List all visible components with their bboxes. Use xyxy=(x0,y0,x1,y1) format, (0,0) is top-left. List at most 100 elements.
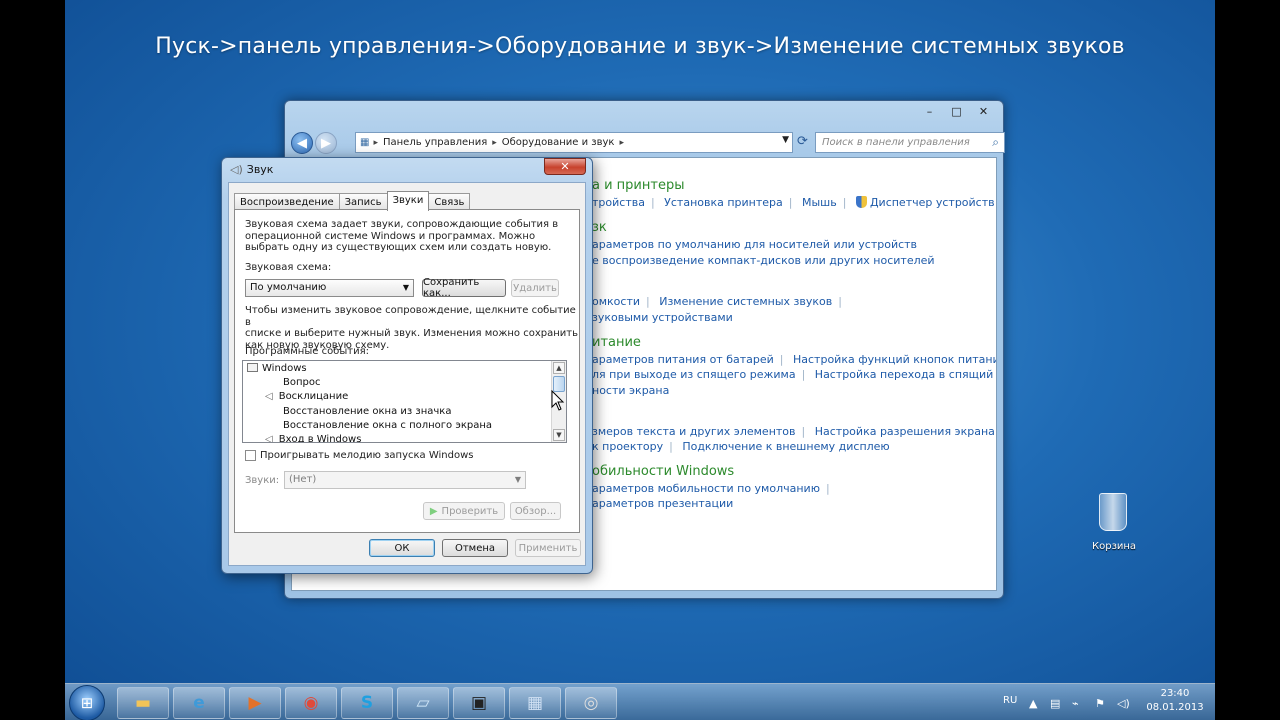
cancel-button[interactable]: Отмена xyxy=(442,539,508,557)
clock[interactable]: 23:40 08.01.2013 xyxy=(1145,688,1205,720)
apply-button[interactable]: Применить xyxy=(515,539,581,557)
action-center-icon[interactable]: ⚑ xyxy=(1095,697,1105,710)
text-size-link[interactable]: змеров текста и других элементов xyxy=(592,425,796,438)
sounds-tab-panel: Звуковая схема задает звуки, сопровождаю… xyxy=(234,209,580,533)
sound-links-2: зуковыми устройствами xyxy=(592,311,733,324)
breadcrumb-separator-icon: ▸ xyxy=(619,137,624,148)
devices-link[interactable]: тройства xyxy=(592,196,645,209)
minimize-button[interactable]: – xyxy=(916,102,943,120)
list-item[interactable]: ◁ Вход в Windows xyxy=(265,434,362,443)
autoplay-cd-link[interactable]: е воспроизведение компакт-дисков или дру… xyxy=(592,254,935,267)
media-player-icon: ▶ xyxy=(248,693,262,713)
scheme-label: Звуковая схема: xyxy=(245,262,332,273)
event-label: Вход в Windows xyxy=(278,434,362,443)
close-button[interactable]: ✕ xyxy=(544,158,586,175)
taskbar-app-control-panel[interactable]: ▦ xyxy=(509,687,561,719)
battery-settings-link[interactable]: араметров питания от батарей xyxy=(592,353,774,366)
save-as-button[interactable]: Сохранить как... xyxy=(422,277,506,299)
mobility-heading[interactable]: обильности Windows xyxy=(592,464,734,479)
delete-button[interactable]: Удалить xyxy=(511,279,559,297)
taskbar-app-ie[interactable]: e xyxy=(173,687,225,719)
volume-link[interactable]: омкости xyxy=(592,295,640,308)
notes-icon: ▱ xyxy=(416,693,430,713)
recycle-bin[interactable]: Корзина xyxy=(1092,493,1136,552)
search-icon[interactable]: ⌕ xyxy=(992,135,999,150)
browse-button[interactable]: Обзор... xyxy=(510,502,561,520)
list-item[interactable]: Восстановление окна из значка xyxy=(283,406,451,417)
show-hidden-icons-icon[interactable]: ▲ xyxy=(1029,697,1037,710)
forward-button[interactable]: ▶ xyxy=(315,132,337,154)
forward-arrow-icon: ▶ xyxy=(321,135,331,151)
screen-resolution-link[interactable]: Настройка разрешения экрана xyxy=(815,425,995,438)
tab-strip: Воспроизведение Запись Звуки Связь xyxy=(234,191,471,211)
autoplay-links-1: араметров по умолчанию для носителей или… xyxy=(592,238,917,251)
desktop: Пуск->панель управления->Оборудование и … xyxy=(65,0,1215,720)
chevron-down-icon[interactable]: ▼ xyxy=(782,135,789,145)
sound-file-select[interactable]: (Нет) ▼ xyxy=(284,471,526,489)
display-links-1: змеров текста и других элементов | Настро… xyxy=(592,425,995,438)
volume-icon[interactable]: ◁) xyxy=(1117,697,1130,710)
scheme-intro-line: выбрать одну из существующих схем или со… xyxy=(245,242,552,253)
projector-link[interactable]: к проектору xyxy=(592,440,663,453)
external-display-link[interactable]: Подключение к внешнему дисплею xyxy=(682,440,889,453)
dialog-title-text: Звук xyxy=(246,163,274,176)
list-item[interactable]: Вопрос xyxy=(283,377,320,388)
ok-button[interactable]: ОК xyxy=(369,539,435,557)
taskbar-app-chrome[interactable]: ◉ xyxy=(285,687,337,719)
search-input[interactable]: Поиск в панели управления ⌕ xyxy=(815,132,1005,153)
autoplay-defaults-link[interactable]: араметров по умолчанию для носителей или… xyxy=(592,238,917,251)
program-events-list[interactable]: Windows Вопрос ◁ Восклицание Восстановлен… xyxy=(242,360,567,443)
presentation-settings-link[interactable]: араметров презентации xyxy=(592,497,733,510)
dialog-body: Воспроизведение Запись Звуки Связь Звуко… xyxy=(228,182,586,566)
scroll-up-icon[interactable]: ▲ xyxy=(553,362,565,374)
close-button[interactable]: ✕ xyxy=(970,102,997,120)
mouse-link[interactable]: Мышь xyxy=(802,196,837,209)
windows-icon xyxy=(247,363,258,372)
language-indicator[interactable]: RU xyxy=(1003,695,1017,709)
back-button[interactable]: ◀ xyxy=(291,132,313,154)
taskbar-app-media[interactable]: ▶ xyxy=(229,687,281,719)
speaker-icon: ◁) xyxy=(230,163,243,176)
taskbar-app-sound[interactable]: ◎ xyxy=(565,687,617,719)
usb-device-icon[interactable]: ⌁ xyxy=(1072,697,1079,710)
address-bar[interactable]: ▦ ▸ Панель управления ▸ Оборудование и з… xyxy=(355,132,793,153)
tab-playback[interactable]: Воспроизведение xyxy=(234,193,340,210)
sound-scheme-select[interactable]: По умолчанию ▼ xyxy=(245,279,414,297)
taskbar-app-explorer[interactable]: ▬ xyxy=(117,687,169,719)
test-button[interactable]: ▶ Проверить xyxy=(423,502,505,520)
taskbar-app-notes[interactable]: ▱ xyxy=(397,687,449,719)
tab-recording[interactable]: Запись xyxy=(338,193,388,210)
breadcrumb-control-panel[interactable]: Панель управления xyxy=(383,137,487,148)
devices-heading[interactable]: а и принтеры xyxy=(592,178,684,193)
windows-logo-icon: ⊞ xyxy=(80,694,94,712)
scroll-down-icon[interactable]: ▼ xyxy=(553,429,565,441)
network-icon[interactable]: ▤ xyxy=(1050,697,1060,710)
add-printer-link[interactable]: Установка принтера xyxy=(664,196,783,209)
power-heading[interactable]: итание xyxy=(592,335,641,350)
list-item[interactable]: ◁ Восклицание xyxy=(265,391,348,402)
screen-brightness-link[interactable]: ности экрана xyxy=(592,384,669,397)
audio-devices-link[interactable]: зуковыми устройствами xyxy=(592,311,733,324)
tab-communications[interactable]: Связь xyxy=(428,193,471,210)
scheme-intro-line: Звуковая схема задает звуки, сопровождаю… xyxy=(245,219,559,230)
list-item[interactable]: Восстановление окна с полного экрана xyxy=(283,420,492,431)
power-buttons-link[interactable]: Настройка функций кнопок питания xyxy=(793,353,996,366)
start-button[interactable]: ⊞ xyxy=(69,685,105,720)
wake-password-link[interactable]: ля при выходе из спящего режима xyxy=(592,368,796,381)
taskbar-app-camera[interactable]: ▣ xyxy=(453,687,505,719)
mobility-defaults-link[interactable]: араметров мобильности по умолчанию xyxy=(592,482,820,495)
taskbar-app-skype[interactable]: S xyxy=(341,687,393,719)
power-links-1: араметров питания от батарей | Настройка … xyxy=(592,353,996,366)
breadcrumb-hardware-sound[interactable]: Оборудование и звук xyxy=(502,137,615,148)
startup-sound-checkbox[interactable] xyxy=(245,450,256,461)
list-item[interactable]: Windows xyxy=(247,363,307,374)
maximize-button[interactable]: □ xyxy=(943,102,970,120)
change-system-sounds-link[interactable]: Изменение системных звуков xyxy=(659,295,832,308)
play-icon: ▶ xyxy=(429,505,438,517)
device-manager-link[interactable]: Диспетчер устройств xyxy=(870,196,995,209)
sleep-settings-link[interactable]: Настройка перехода в спящий режим xyxy=(815,368,996,381)
breadcrumb-separator-icon: ▸ xyxy=(492,137,497,148)
refresh-icon[interactable]: ⟳ xyxy=(797,134,808,149)
tab-sounds[interactable]: Звуки xyxy=(386,191,430,211)
autoplay-heading[interactable]: зк xyxy=(592,220,607,235)
